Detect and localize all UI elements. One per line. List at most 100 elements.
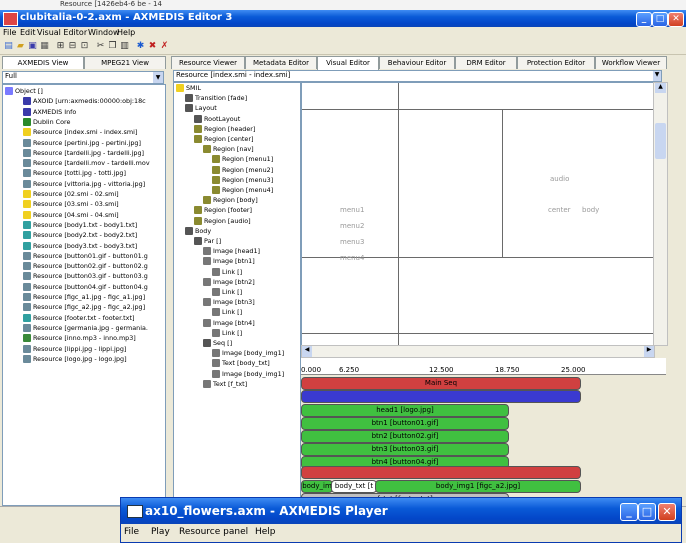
tree-item[interactable]: Link [] bbox=[212, 267, 242, 277]
menu-help[interactable]: Help bbox=[117, 28, 135, 37]
menu-visual-editor[interactable]: Visual Editor bbox=[37, 28, 87, 37]
tree-item[interactable]: Region [nav] bbox=[203, 144, 254, 154]
tree-item[interactable]: Region [menu3] bbox=[212, 175, 273, 185]
tree-item[interactable]: Resource [footer.txt - footer.txt] bbox=[23, 313, 134, 323]
menu-file[interactable]: File bbox=[3, 28, 16, 37]
editor-title-bar[interactable]: clubitalia-0-2.axm - AXMEDIS Editor 3 _ … bbox=[0, 10, 686, 27]
tree-item[interactable]: Image [btn2] bbox=[203, 277, 255, 287]
tree-item[interactable]: Region [body] bbox=[203, 195, 258, 205]
maximize-icon[interactable]: □ bbox=[652, 12, 668, 27]
tree-item[interactable]: Text [body_txt] bbox=[212, 358, 270, 368]
timeline-bar-seq[interactable] bbox=[301, 466, 581, 479]
tree-item[interactable]: Dublin Core bbox=[23, 117, 70, 127]
menu-edit[interactable]: Edit bbox=[20, 28, 36, 37]
scroll-left-icon[interactable]: ◀ bbox=[302, 346, 312, 357]
smil-tree[interactable]: SMIL Transition [fade] Layout RootLayout Reg… bbox=[173, 82, 301, 507]
cut-icon[interactable]: ✂ bbox=[95, 41, 106, 52]
tree-item[interactable]: Resource [tardelli.jpg - tardelli.jpg] bbox=[23, 148, 144, 158]
tree-item[interactable]: Object [] bbox=[5, 86, 43, 96]
minimize-icon[interactable]: _ bbox=[620, 503, 638, 521]
tree-item[interactable]: Image [btn3] bbox=[203, 297, 255, 307]
tree-item[interactable]: Resource [figc_a2.jpg - figc_a2.jpg] bbox=[23, 302, 145, 312]
timeline-bar-btn1[interactable]: btn1 [button01.gif] bbox=[301, 417, 509, 430]
player-menu-help[interactable]: Help bbox=[255, 527, 276, 537]
tree-item[interactable]: Resource [lippi.jpg - lippi.jpg] bbox=[23, 344, 126, 354]
minimize-icon[interactable]: _ bbox=[636, 12, 652, 27]
menu-window[interactable]: Window bbox=[88, 28, 120, 37]
tree-item[interactable]: Resource [body1.txt - body1.txt] bbox=[23, 220, 137, 230]
player-menu-play[interactable]: Play bbox=[151, 527, 170, 537]
canvas-horizontal-scrollbar[interactable]: ◀ ▶ bbox=[301, 345, 655, 358]
tree-item[interactable]: Resource [button01.gif - button01.g bbox=[23, 251, 148, 261]
tree-item[interactable]: Resource [figc_a1.jpg - figc_a1.jpg] bbox=[23, 292, 145, 302]
chevron-down-icon[interactable]: ▼ bbox=[153, 72, 163, 83]
tree-item[interactable]: Resource [button03.gif - button03.g bbox=[23, 271, 148, 281]
tree-item[interactable]: Region [audio] bbox=[194, 216, 251, 226]
tree-item[interactable]: Region [center] bbox=[194, 134, 253, 144]
tab-behaviour-editor[interactable]: Behaviour Editor bbox=[379, 56, 455, 69]
player-menu-file[interactable]: File bbox=[124, 527, 139, 537]
tree-item[interactable]: Resource [vittoria.jpg - vittoria.jpg] bbox=[23, 179, 145, 189]
tree-item[interactable]: Link [] bbox=[212, 287, 242, 297]
player-menu-resource-panel[interactable]: Resource panel bbox=[179, 527, 248, 537]
new-icon[interactable]: ▤ bbox=[3, 41, 14, 52]
tree-item[interactable]: Transition [fade] bbox=[185, 93, 247, 103]
tree-item[interactable]: Par [] bbox=[194, 236, 221, 246]
resource-select[interactable]: Resource [index.smi - index.smi] ▼ bbox=[173, 70, 662, 82]
timeline-bar-body-txt[interactable]: body_txt [t bbox=[331, 480, 377, 493]
tree-item[interactable]: Resource [index.smi - index.smi] bbox=[23, 127, 137, 137]
save-icon[interactable]: ▣ bbox=[27, 41, 38, 52]
tree-item[interactable]: Seq [] bbox=[203, 338, 232, 348]
copy-icon[interactable]: ❐ bbox=[107, 41, 118, 52]
tree-item[interactable]: Region [menu1] bbox=[212, 154, 273, 164]
close-icon[interactable]: ✕ bbox=[658, 503, 676, 521]
chevron-down-icon[interactable]: ▼ bbox=[653, 71, 661, 81]
tree-item[interactable]: Image [btn1] bbox=[203, 256, 255, 266]
tree-item[interactable]: Region [menu2] bbox=[212, 165, 273, 175]
timeline-bar-btn2[interactable]: btn2 [button02.gif] bbox=[301, 430, 509, 443]
layout-icon[interactable]: ⊟ bbox=[67, 41, 78, 52]
tree-item[interactable]: Resource [body3.txt - body3.txt] bbox=[23, 241, 137, 251]
tab-axmedis-view[interactable]: AXMEDIS View bbox=[2, 56, 84, 69]
tree-item[interactable]: Resource [pertini.jpg - pertini.jpg] bbox=[23, 138, 141, 148]
tree-item[interactable]: Region [menu4] bbox=[212, 185, 273, 195]
paste-icon[interactable]: ▥ bbox=[119, 41, 130, 52]
tree-item[interactable]: Resource [03.smi - 03.smi] bbox=[23, 199, 119, 209]
tree-item[interactable]: Resource [tardelli.mov - tardelli.mov bbox=[23, 158, 150, 168]
scroll-thumb[interactable] bbox=[655, 123, 666, 159]
tree-item[interactable]: Resource [germania.jpg - germania. bbox=[23, 323, 148, 333]
tree-item[interactable]: Text [f_txt] bbox=[203, 379, 247, 389]
visual-canvas[interactable]: menu1 menu2 menu3 menu4 audio center bod… bbox=[301, 82, 655, 346]
tab-metadata-editor[interactable]: Metadata Editor bbox=[245, 56, 317, 69]
tree-item[interactable]: Resource [button02.gif - button02.g bbox=[23, 261, 148, 271]
view-icon[interactable]: ⊡ bbox=[79, 41, 90, 52]
tab-visual-editor[interactable]: Visual Editor bbox=[317, 56, 379, 70]
tree-item[interactable]: RootLayout bbox=[194, 114, 240, 124]
timeline-bar-body-img[interactable]: body_im bbox=[301, 480, 333, 493]
player-title-bar[interactable]: ax10_flowers.axm - AXMEDIS Player _ □ ✕ bbox=[121, 498, 681, 524]
tree-item[interactable]: Layout bbox=[185, 103, 217, 113]
delete-icon[interactable]: ✖ bbox=[147, 41, 158, 52]
timeline-bar-par[interactable] bbox=[301, 390, 581, 403]
maximize-icon[interactable]: □ bbox=[638, 503, 656, 521]
tree-item[interactable]: Image [body_img1] bbox=[212, 348, 284, 358]
scroll-right-icon[interactable]: ▶ bbox=[644, 346, 654, 357]
tree-item[interactable]: Resource [inno.mp3 - inno.mp3] bbox=[23, 333, 136, 343]
star-icon[interactable]: ✱ bbox=[135, 41, 146, 52]
tab-mpeg21-view[interactable]: MPEG21 View bbox=[84, 56, 166, 69]
tree-item[interactable]: Image [body_img1] bbox=[212, 369, 284, 379]
tree-item[interactable]: Resource [body2.txt - body2.txt] bbox=[23, 230, 137, 240]
tab-workflow-viewer[interactable]: Workflow Viewer bbox=[595, 56, 667, 69]
tab-drm-editor[interactable]: DRM Editor bbox=[455, 56, 517, 69]
object-tree[interactable]: Object [] AXOID [urn:axmedis:00000:obj:18… bbox=[2, 84, 166, 506]
save-all-icon[interactable]: ▦ bbox=[39, 41, 50, 52]
tab-protection-editor[interactable]: Protection Editor bbox=[517, 56, 595, 69]
scroll-up-icon[interactable]: ▲ bbox=[655, 83, 666, 93]
tab-resource-viewer[interactable]: Resource Viewer bbox=[171, 56, 245, 69]
canvas-vertical-scrollbar[interactable]: ▲ bbox=[653, 82, 668, 346]
tree-item[interactable]: Resource [04.smi - 04.smi] bbox=[23, 210, 119, 220]
timeline-bar-head1[interactable]: head1 [logo.jpg] bbox=[301, 404, 509, 417]
properties-icon[interactable]: ⊞ bbox=[55, 41, 66, 52]
close-icon[interactable]: ✕ bbox=[668, 12, 684, 27]
player-window[interactable]: ax10_flowers.axm - AXMEDIS Player _ □ ✕ … bbox=[120, 497, 682, 543]
